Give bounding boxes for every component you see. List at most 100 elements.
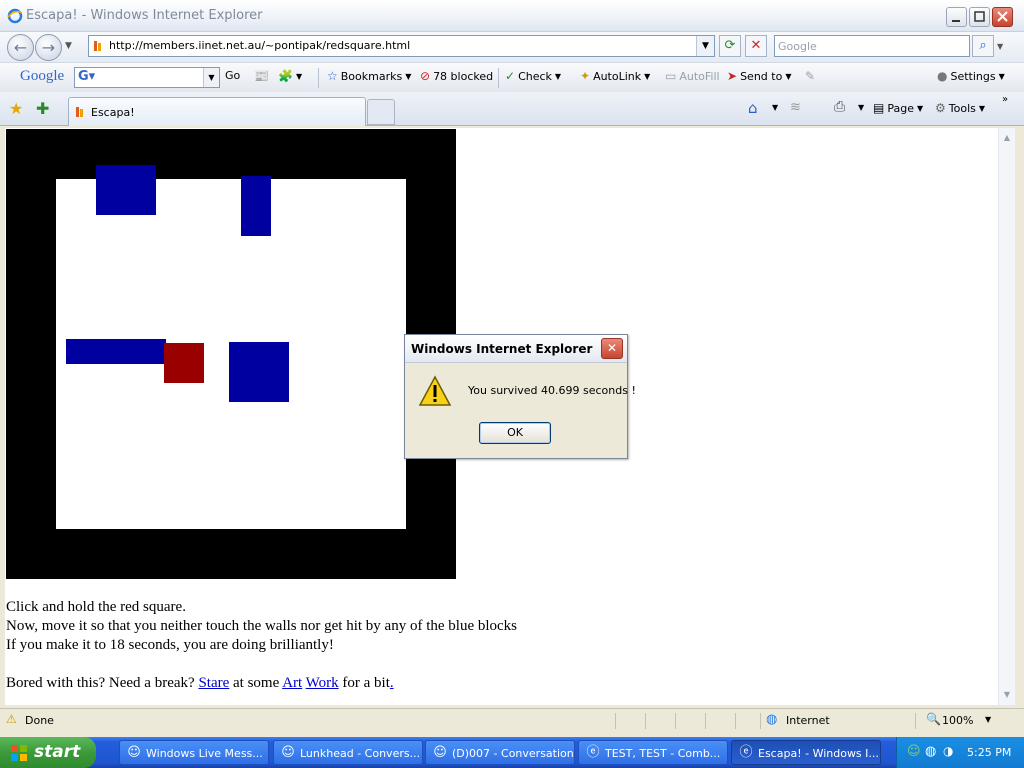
dot-link[interactable]: .	[390, 675, 394, 691]
tab-escapa[interactable]: Escapa!	[68, 97, 366, 126]
clock[interactable]: 5:25 PM	[967, 746, 1011, 759]
google-g-icon: G▾	[78, 69, 96, 84]
globe-icon: ◍	[766, 712, 778, 727]
gear-icon: ⚙	[935, 101, 946, 115]
address-dropdown-icon[interactable]: ▼	[696, 36, 714, 56]
taskbar-item-lunkhead[interactable]: ☺ Lunkhead - Convers...	[273, 740, 423, 765]
tools-menu-button[interactable]: ⚙ Tools ▼	[935, 101, 985, 115]
close-icon	[997, 11, 1008, 22]
google-combo-dropdown-icon[interactable]: ▼	[203, 68, 219, 87]
google-logo: Google	[20, 68, 65, 84]
close-icon: ✕	[606, 341, 618, 355]
spellcheck-icon: ✓	[505, 69, 516, 83]
feeds-icon[interactable]: ≋	[790, 100, 801, 115]
search-input[interactable]	[778, 39, 966, 53]
google-go-button[interactable]: Go	[225, 69, 240, 82]
home-dropdown-icon[interactable]: ▼	[772, 103, 778, 112]
window-edge	[1015, 128, 1024, 705]
favorites-star-icon[interactable]: ★	[9, 99, 23, 118]
start-button[interactable]: start	[0, 737, 96, 768]
autolink-button[interactable]: ✦ AutoLink ▼	[580, 69, 650, 83]
instructions: Click and hold the red square. Now, move…	[6, 598, 517, 693]
title-bar: Escapa! - Windows Internet Explorer	[0, 0, 1024, 32]
stop-button[interactable]: ✕	[745, 35, 767, 57]
refresh-button[interactable]: ⟳	[719, 35, 741, 57]
maximize-button[interactable]	[969, 7, 990, 27]
status-divider	[735, 713, 736, 729]
window-title: Escapa! - Windows Internet Explorer	[26, 8, 263, 23]
ok-button[interactable]: OK	[479, 422, 551, 444]
work-link[interactable]: Work	[306, 675, 339, 691]
home-icon[interactable]: ⌂	[748, 99, 758, 117]
history-dropdown-icon[interactable]: ▼	[65, 41, 72, 51]
zoom-dropdown-icon[interactable]: ▼	[985, 715, 991, 724]
blocked-icon: ⊘	[420, 69, 431, 83]
address-url: http://members.iinet.net.au/~pontipak/re…	[109, 39, 411, 52]
zoom-icon[interactable]: 🔍	[926, 712, 941, 726]
address-bar[interactable]: http://members.iinet.net.au/~pontipak/re…	[88, 35, 715, 57]
bookmarks-button[interactable]: ☆ Bookmarks ▼	[327, 69, 411, 83]
status-text: Done	[25, 714, 54, 727]
dialog-title-bar: Windows Internet Explorer	[405, 335, 627, 363]
spellcheck-button[interactable]: ✓ Check ▼	[505, 69, 561, 83]
google-search-combo[interactable]: G▾ ▼	[74, 67, 220, 88]
close-button[interactable]	[992, 7, 1013, 27]
volume-tray-icon[interactable]: ◑	[943, 744, 953, 758]
scroll-down-icon[interactable]: ▼	[999, 687, 1015, 703]
star-icon: ☆	[327, 69, 338, 83]
puzzle-icon[interactable]: 🧩 ▼	[278, 69, 302, 83]
taskbar-item-escapa[interactable]: ⓔ Escapa! - Windows I...	[731, 740, 881, 765]
alert-dialog: Windows Internet Explorer ✕ You survived…	[404, 334, 636, 459]
tab-label: Escapa!	[91, 106, 135, 119]
messenger-tray-icon[interactable]: ☺	[907, 744, 921, 759]
autofill-button[interactable]: ▭ AutoFill	[665, 69, 720, 83]
toolbar-separator	[318, 68, 319, 88]
back-arrow-icon: ←	[13, 38, 28, 57]
page-menu-button[interactable]: ▤ Page ▼	[873, 101, 923, 115]
search-button[interactable]: ⌕	[972, 35, 994, 57]
dialog-title: Windows Internet Explorer	[411, 342, 593, 356]
print-icon[interactable]: ⎙	[834, 99, 845, 115]
blue-block	[96, 165, 156, 215]
popup-blocked-button[interactable]: ⊘ 78 blocked	[420, 69, 493, 83]
dialog-close-button[interactable]: ✕	[601, 338, 623, 359]
messenger-icon: ☺	[127, 745, 141, 760]
highlight-icon[interactable]: ✎	[805, 69, 815, 83]
tab-row: ★ ✚ Escapa! » ⌂ ▼ ≋ ⎙ ▼ ▤ Page ▼ ⚙ Tools ▼	[0, 92, 1024, 126]
taskbar-item-d007[interactable]: ☺ (D)007 - Conversation	[425, 740, 575, 765]
search-options-icon[interactable]: ▼	[997, 42, 1003, 51]
new-tab-button[interactable]	[367, 99, 395, 125]
art-link[interactable]: Art	[282, 675, 302, 691]
forward-button[interactable]: →	[35, 34, 62, 61]
ie-icon: ⓔ	[739, 745, 753, 760]
page-icon: ▤	[873, 101, 885, 115]
zoom-level[interactable]: 100%	[942, 714, 973, 727]
windows-logo-icon	[11, 745, 27, 761]
security-zone[interactable]: Internet	[786, 714, 830, 727]
network-tray-icon[interactable]: ◍	[925, 744, 936, 759]
print-dropdown-icon[interactable]: ▼	[858, 103, 864, 112]
sendto-button[interactable]: ➤ Send to ▼	[727, 69, 791, 83]
address-row: ← → ▼ http://members.iinet.net.au/~ponti…	[0, 32, 1024, 62]
stare-link[interactable]: Stare	[198, 675, 229, 691]
vertical-scrollbar[interactable]: ▲ ▼	[998, 128, 1015, 705]
status-divider	[915, 713, 916, 729]
search-box[interactable]	[774, 35, 970, 57]
minimize-button[interactable]	[946, 7, 967, 27]
add-favorites-icon[interactable]: ✚	[36, 99, 49, 118]
instruction-line: If you make it to 18 seconds, you are do…	[6, 637, 334, 653]
back-button[interactable]: ←	[7, 34, 34, 61]
start-label: start	[34, 742, 81, 762]
toolbar-overflow-icon[interactable]: »	[1002, 94, 1008, 105]
autofill-icon: ▭	[665, 69, 677, 83]
taskbar-item-messenger[interactable]: ☺ Windows Live Mess...	[119, 740, 269, 765]
forward-arrow-icon: →	[41, 38, 56, 57]
maximize-icon	[974, 11, 985, 22]
status-divider	[645, 713, 646, 729]
search-icon: ⌕	[979, 38, 987, 53]
red-square[interactable]	[164, 343, 204, 383]
taskbar-item-test[interactable]: ⓔ TEST, TEST - Comb...	[578, 740, 728, 765]
settings-button[interactable]: ● Settings ▼	[937, 69, 1005, 83]
scroll-up-icon[interactable]: ▲	[999, 130, 1015, 146]
news-icon[interactable]: 📰	[254, 69, 269, 83]
